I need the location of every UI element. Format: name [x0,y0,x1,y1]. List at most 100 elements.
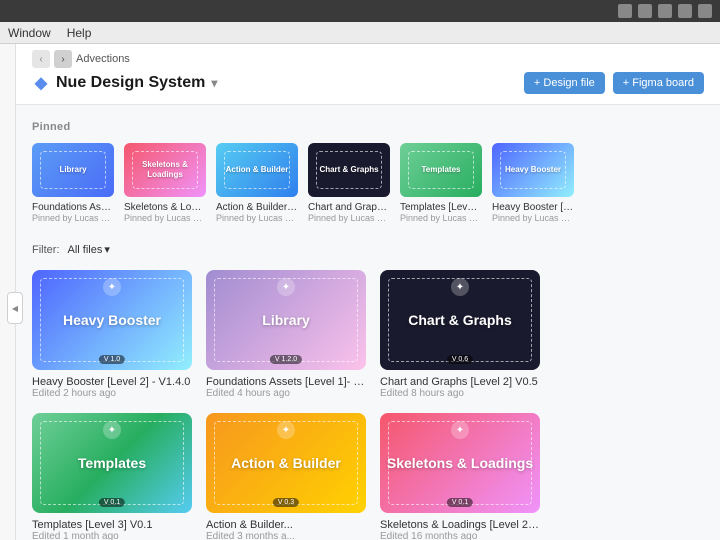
main-thumb-0: ✦ Heavy Booster V 1.0 [32,270,192,370]
main-thumb-2: ✦ Chart & Graphs V 0.6 [380,270,540,370]
pinned-subtitle-3: Pinned by Lucas Neves [308,213,390,223]
pinned-title-1: Skeletons & Loadin... [124,202,206,213]
pinned-card-4[interactable]: Templates Templates [Level 3... Pinned b… [400,143,482,223]
breadcrumb-item: Advections [76,53,130,65]
main-card-title-5: Skeletons & Loadings [Level 2] - v0.1 [380,519,540,531]
main-thumb-3: ✦ Templates V 0.1 [32,413,192,513]
main-card-subtitle-3: Edited 1 month ago [32,531,192,540]
sidebar-collapse-button[interactable]: ◀ [7,292,23,324]
title-row: ◆ Nue Design System ▾ + Design file + Fi… [32,72,704,104]
main-thumb-text-1: Library [262,311,309,329]
menu-window[interactable]: Window [8,26,51,40]
pinned-card-5[interactable]: Heavy Booster Heavy Booster [Le... Pinne… [492,143,574,223]
version-badge-1: V 1.2.0 [270,355,302,364]
project-dropdown-icon[interactable]: ▾ [211,76,217,90]
nav-arrows: ‹ › [32,50,72,68]
battery-icon [638,4,652,18]
version-badge-3: V 0.1 [99,498,125,507]
menu-bar: Window Help [0,22,720,44]
sidebar: ◀ [0,44,16,540]
main-card-subtitle-0: Edited 2 hours ago [32,388,192,399]
version-badge-4: V 0.3 [273,498,299,507]
pinned-subtitle-2: Pinned by Lucas Neves [216,213,298,223]
main-thumb-4: ✦ Action & Builder V 0.3 [206,413,366,513]
version-badge-2: V 0.6 [447,355,473,364]
main-card-5[interactable]: ✦ Skeletons & Loadings V 0.1 Skeletons &… [380,413,540,540]
main-thumb-1: ✦ Library V 1.2.0 [206,270,366,370]
nav-forward-button[interactable]: › [54,50,72,68]
design-file-button[interactable]: + Design file [524,72,605,94]
pinned-card-1[interactable]: Skeletons & Loadings Skeletons & Loadin.… [124,143,206,223]
version-badge-0: V 1.0 [99,355,125,364]
menu-icon [698,4,712,18]
pinned-grid: Library Foundations Asset... Pinned by L… [32,143,704,223]
project-title: ◆ Nue Design System ▾ [32,74,217,92]
diamond-icon: ◆ [32,74,50,92]
pinned-title-3: Chart and Graphs [... [308,202,390,213]
pinned-subtitle-1: Pinned by Lucas Neves [124,213,206,223]
clock-icon [658,4,672,18]
main-card-title-0: Heavy Booster [Level 2] - V1.4.0 [32,376,192,388]
pinned-thumb-text-3: Chart & Graphs [319,165,378,175]
pinned-subtitle-0: Pinned by Lucas Neves [32,213,114,223]
pinned-card-2[interactable]: Action & Builder Action & Builder [L... … [216,143,298,223]
main-card-0[interactable]: ✦ Heavy Booster V 1.0 Heavy Booster [Lev… [32,270,192,399]
menu-help[interactable]: Help [67,26,92,40]
filter-chevron-icon: ▾ [104,243,110,256]
project-name: Nue Design System [56,74,205,92]
filter-row: Filter: All files ▾ [32,243,704,256]
main-card-4[interactable]: ✦ Action & Builder V 0.3 Action & Builde… [206,413,366,540]
main-card-title-3: Templates [Level 3] V0.1 [32,519,192,531]
header-actions: + Design file + Figma board [524,72,704,94]
pinned-card-0[interactable]: Library Foundations Asset... Pinned by L… [32,143,114,223]
pinned-thumb-0: Library [32,143,114,197]
pinned-card-3[interactable]: Chart & Graphs Chart and Graphs [... Pin… [308,143,390,223]
main-thumb-5: ✦ Skeletons & Loadings V 0.1 [380,413,540,513]
filter-select[interactable]: All files ▾ [68,243,110,256]
filter-label: Filter: [32,244,60,256]
main-card-subtitle-4: Edited 3 months a... [206,531,366,540]
pinned-thumb-2: Action & Builder [216,143,298,197]
main-card-title-2: Chart and Graphs [Level 2] V0.5 [380,376,540,388]
nav-back-button[interactable]: ‹ [32,50,50,68]
main-card-1[interactable]: ✦ Library V 1.2.0 Foundations Assets [Le… [206,270,366,399]
body-scroll[interactable]: Pinned Library Foundations Asset... Pinn… [16,105,720,540]
main-card-subtitle-1: Edited 4 hours ago [206,388,366,399]
pinned-title-4: Templates [Level 3... [400,202,482,213]
main-card-title-1: Foundations Assets [Level 1]- V1.6.6 [206,376,366,388]
pinned-subtitle-4: Pinned by Lucas Neves [400,213,482,223]
figma-board-button[interactable]: + Figma board [613,72,704,94]
header: ‹ › Advections ◆ Nue Design System ▾ + D… [16,44,720,105]
pinned-thumb-text-1: Skeletons & Loadings [124,160,206,179]
pinned-thumb-4: Templates [400,143,482,197]
version-badge-5: V 0.1 [447,498,473,507]
pinned-thumb-text-0: Library [59,165,86,175]
notification-icon [678,4,692,18]
wifi-icon [618,4,632,18]
pinned-label: Pinned [32,121,704,133]
main-thumb-text-3: Templates [78,454,146,472]
main-card-2[interactable]: ✦ Chart & Graphs V 0.6 Chart and Graphs … [380,270,540,399]
content-area: ◀ ‹ › Advections ◆ Nue Design System ▾ +… [0,44,720,540]
main-card-title-4: Action & Builder... [206,519,366,531]
system-bar [0,0,720,22]
pinned-thumb-1: Skeletons & Loadings [124,143,206,197]
pinned-thumb-text-2: Action & Builder [226,165,289,175]
main-card-3[interactable]: ✦ Templates V 0.1 Templates [Level 3] V0… [32,413,192,540]
breadcrumb: ‹ › Advections [32,44,704,72]
main-thumb-text-4: Action & Builder [231,454,341,472]
filter-value: All files [68,244,103,256]
main-card-subtitle-2: Edited 8 hours ago [380,388,540,399]
pinned-section: Pinned Library Foundations Asset... Pinn… [32,121,704,223]
main-grid: ✦ Heavy Booster V 1.0 Heavy Booster [Lev… [32,270,704,540]
pinned-thumb-text-4: Templates [422,165,461,175]
pinned-title-5: Heavy Booster [Le... [492,202,574,213]
pinned-thumb-3: Chart & Graphs [308,143,390,197]
main-thumb-text-0: Heavy Booster [63,311,161,329]
pinned-thumb-5: Heavy Booster [492,143,574,197]
pinned-title-2: Action & Builder [L... [216,202,298,213]
pinned-subtitle-5: Pinned by Lucas Neves [492,213,574,223]
pinned-title-0: Foundations Asset... [32,202,114,213]
main-content: ‹ › Advections ◆ Nue Design System ▾ + D… [16,44,720,540]
pinned-thumb-text-5: Heavy Booster [505,165,561,175]
